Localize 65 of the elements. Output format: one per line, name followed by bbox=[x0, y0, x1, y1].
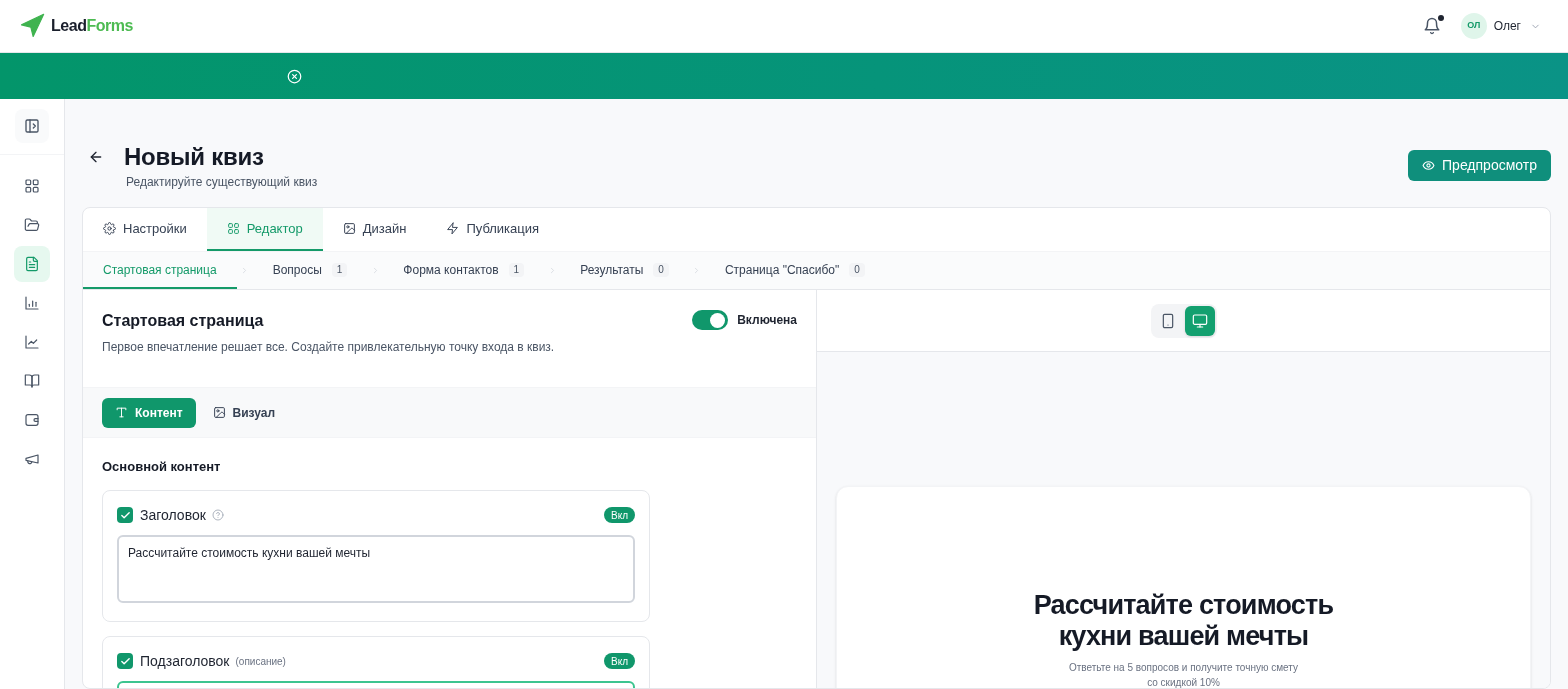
checkbox[interactable] bbox=[117, 507, 133, 523]
step-count: 1 bbox=[331, 262, 348, 277]
content-heading: Основной контент bbox=[102, 459, 222, 475]
image-icon bbox=[342, 222, 356, 235]
step-label: Вопросы bbox=[272, 261, 322, 279]
logo-text[interactable]: LeadForms bbox=[51, 16, 133, 36]
folder-icon bbox=[24, 217, 40, 233]
preview-button[interactable]: Предпросмотр bbox=[1408, 150, 1551, 181]
monitor-icon bbox=[1191, 312, 1208, 329]
step-tab[interactable]: Стартовая страница bbox=[83, 252, 237, 289]
preview-title: Рассчитайте стоимость кухни вашей мечты bbox=[1033, 590, 1334, 652]
line-chart-icon bbox=[24, 334, 40, 350]
step-label: Форма контактов bbox=[403, 261, 499, 279]
page-title: Новый квиз bbox=[124, 142, 265, 172]
status-badge: Вкл bbox=[604, 507, 635, 523]
field-note: (описание) bbox=[235, 654, 286, 669]
user-name[interactable]: Олег bbox=[1493, 17, 1521, 35]
step-tab[interactable]: Форма контактов 1 bbox=[383, 252, 545, 289]
preview-subtitle: Ответьте на 5 вопросов и получите точную смету со скидкой 10% bbox=[1068, 661, 1299, 688]
image-icon bbox=[212, 406, 226, 419]
content-tab[interactable]: Контент bbox=[102, 397, 196, 428]
check-icon bbox=[119, 655, 131, 667]
bar-chart-icon bbox=[24, 295, 40, 311]
editor-tab[interactable]: Настройки bbox=[83, 208, 207, 251]
grid-icon bbox=[24, 178, 40, 194]
gear-icon bbox=[103, 222, 116, 235]
toggle-label: Включена bbox=[737, 312, 797, 329]
field-label: Подзаголовок bbox=[140, 651, 230, 671]
back-arrow-icon[interactable] bbox=[88, 149, 104, 165]
text-field[interactable]: Рассчитайте стоимость кухни вашей мечты bbox=[117, 535, 635, 603]
wallet-icon bbox=[24, 412, 40, 428]
step-tab[interactable]: Результаты 0 bbox=[560, 252, 689, 289]
step-count: 1 bbox=[508, 262, 525, 277]
device-button[interactable] bbox=[1184, 305, 1215, 336]
toggle-switch[interactable] bbox=[692, 310, 729, 330]
page-subtitle: Редактируйте существующий квиз bbox=[126, 174, 318, 190]
book-icon bbox=[24, 373, 40, 389]
bell-icon[interactable] bbox=[1422, 17, 1441, 35]
step-label: Результаты bbox=[580, 261, 644, 279]
step-count: 0 bbox=[849, 262, 865, 277]
step-tab[interactable]: Страница "Спасибо" 0 bbox=[704, 252, 885, 289]
close-icon[interactable] bbox=[287, 68, 302, 84]
sidebar-nav-item[interactable] bbox=[14, 246, 50, 282]
document-icon bbox=[24, 256, 40, 272]
check-icon bbox=[119, 509, 131, 521]
text-icon bbox=[115, 406, 128, 419]
section-title: Стартовая страница bbox=[102, 311, 265, 331]
step-tab[interactable]: Вопросы 1 bbox=[252, 252, 368, 289]
megaphone-icon bbox=[24, 451, 40, 467]
logo-arrow-icon[interactable] bbox=[18, 12, 46, 40]
step-count: 0 bbox=[653, 262, 669, 277]
editor-tab[interactable]: Дизайн bbox=[322, 208, 427, 251]
section-description: Первое впечатление решает все. Создайте привлекательную точку входа в квиз. bbox=[102, 339, 555, 355]
step-label: Стартовая страница bbox=[103, 261, 217, 279]
status-badge: Вкл bbox=[604, 653, 635, 669]
content-tab[interactable]: Визуал bbox=[199, 397, 289, 428]
field-label: Заголовок bbox=[140, 505, 206, 525]
eye-icon bbox=[1422, 159, 1436, 172]
step-label: Страница "Спасибо" bbox=[724, 261, 840, 279]
checkbox[interactable] bbox=[117, 653, 133, 669]
editor-tab[interactable]: Публикация bbox=[426, 208, 560, 251]
sidebar-toggle-button[interactable] bbox=[15, 109, 49, 143]
panel-icon bbox=[24, 118, 40, 134]
grid-icon bbox=[226, 222, 240, 235]
lightning-icon bbox=[446, 222, 460, 235]
